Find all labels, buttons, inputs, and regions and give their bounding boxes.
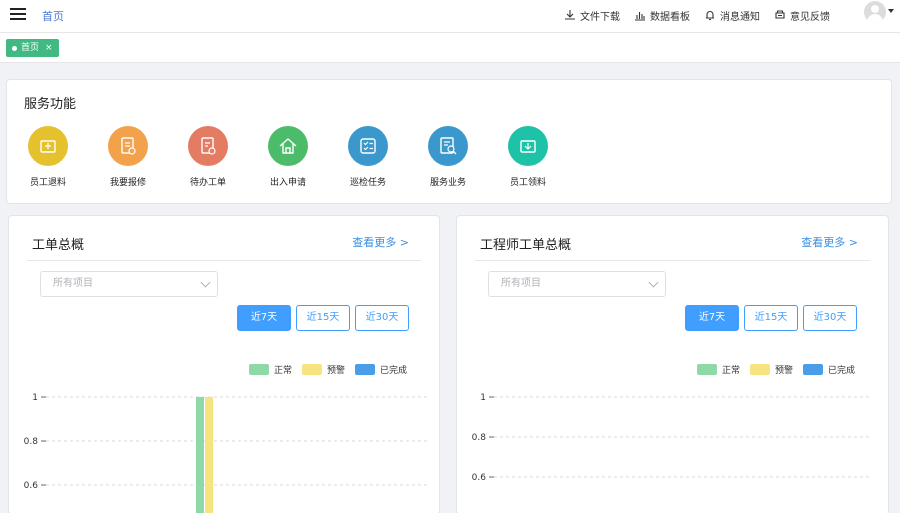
feedback-label: 意见反馈 xyxy=(790,11,830,23)
service-business-icon xyxy=(428,126,468,166)
repair-request-icon xyxy=(108,126,148,166)
tabs-bar: 首页 × xyxy=(0,33,900,63)
range-buttons: 近7天 近15天 近30天 xyxy=(685,305,857,331)
workorder-bar-chart: 1 0.8 0.6 xyxy=(24,393,429,513)
collect-material-icon xyxy=(508,126,548,166)
tab-home[interactable]: 首页 × xyxy=(6,39,59,57)
access-request-icon xyxy=(268,126,308,166)
notifications-link[interactable]: 消息通知 xyxy=(704,8,760,23)
chevron-down-icon xyxy=(648,277,659,288)
chart-bar-normal[interactable] xyxy=(196,397,204,513)
engineer-workorder-overview-panel: 工程师工单总概 查看更多 > 所有项目 近7天 近15天 近30天 正常 预警 … xyxy=(456,215,889,513)
bar-chart-icon xyxy=(635,12,645,21)
legend-completed[interactable]: 已完成 xyxy=(803,363,855,376)
top-actions: 文件下载 数据看板 消息通知 意见反馈 xyxy=(564,6,830,24)
data-dashboard-link[interactable]: 数据看板 xyxy=(634,8,690,23)
close-icon[interactable]: × xyxy=(45,39,53,57)
inspection-task-icon xyxy=(348,126,388,166)
chart-legend: 正常 预警 已完成 xyxy=(697,363,855,376)
download-icon xyxy=(565,10,575,20)
file-download-label: 文件下载 xyxy=(580,11,620,23)
chart-bar-warning[interactable] xyxy=(205,397,213,513)
project-select[interactable]: 所有项目 xyxy=(40,271,218,297)
file-download-link[interactable]: 文件下载 xyxy=(564,8,620,23)
tab-home-label: 首页 xyxy=(21,43,40,53)
feedback-icon xyxy=(775,10,785,19)
y-tick-label: 1 xyxy=(32,393,38,403)
legend-normal[interactable]: 正常 xyxy=(697,363,740,376)
breadcrumb[interactable]: 首页 xyxy=(42,8,64,24)
service-access-request[interactable]: 出入申请 xyxy=(258,126,318,188)
todo-workorder-icon xyxy=(188,126,228,166)
range-30d-button[interactable]: 近30天 xyxy=(355,305,409,331)
legend-warning[interactable]: 预警 xyxy=(750,363,793,376)
service-repair-request[interactable]: 我要报修 xyxy=(98,126,158,188)
service-employee-collect[interactable]: 员工领料 xyxy=(498,126,558,188)
project-select-value: 所有项目 xyxy=(501,278,541,289)
view-more-link[interactable]: 查看更多 > xyxy=(352,234,409,250)
range-15d-button[interactable]: 近15天 xyxy=(296,305,350,331)
service-label: 我要报修 xyxy=(109,178,146,188)
service-label: 出入申请 xyxy=(269,178,306,188)
service-employee-return[interactable]: 员工退料 xyxy=(18,126,78,188)
project-select-value: 所有项目 xyxy=(53,278,93,289)
y-tick-label: 0.6 xyxy=(24,481,39,491)
project-select[interactable]: 所有项目 xyxy=(488,271,666,297)
service-todo-workorder[interactable]: 待办工单 xyxy=(178,126,238,188)
y-tick-label: 0.8 xyxy=(24,437,39,447)
bell-icon xyxy=(706,11,714,21)
service-inspection-task[interactable]: 巡检任务 xyxy=(338,126,398,188)
service-functions-title: 服务功能 xyxy=(24,97,77,112)
legend-completed[interactable]: 已完成 xyxy=(355,363,407,376)
service-business[interactable]: 服务业务 xyxy=(418,126,478,188)
feedback-link[interactable]: 意见反馈 xyxy=(774,8,830,23)
menu-toggle-icon[interactable] xyxy=(10,8,26,20)
service-label: 巡检任务 xyxy=(349,178,386,188)
chart-legend: 正常 预警 已完成 xyxy=(249,363,407,376)
service-label: 待办工单 xyxy=(189,178,226,188)
range-15d-button[interactable]: 近15天 xyxy=(744,305,798,331)
legend-normal[interactable]: 正常 xyxy=(249,363,292,376)
divider xyxy=(475,260,870,261)
engineer-workorder-bar-chart: 1 0.8 0.6 xyxy=(472,393,872,483)
range-buttons: 近7天 近15天 近30天 xyxy=(237,305,409,331)
range-30d-button[interactable]: 近30天 xyxy=(803,305,857,331)
range-7d-button[interactable]: 近7天 xyxy=(685,305,739,331)
panel-title: 工单总概 xyxy=(32,238,85,253)
chevron-down-icon[interactable] xyxy=(888,9,894,13)
divider xyxy=(27,260,421,261)
return-material-icon xyxy=(28,126,68,166)
user-avatar[interactable] xyxy=(864,1,886,23)
notifications-label: 消息通知 xyxy=(720,11,760,23)
chevron-down-icon xyxy=(200,277,211,288)
data-dashboard-label: 数据看板 xyxy=(650,11,690,23)
legend-warning[interactable]: 预警 xyxy=(302,363,345,376)
y-tick-label: 1 xyxy=(480,393,486,403)
view-more-link[interactable]: 查看更多 > xyxy=(801,234,858,250)
service-label: 员工退料 xyxy=(29,178,66,188)
workorder-overview-panel: 工单总概 查看更多 > 所有项目 近7天 近15天 近30天 正常 预警 已完成… xyxy=(8,215,440,513)
y-tick-label: 0.6 xyxy=(472,473,487,483)
service-functions-card: 服务功能 员工退料 我要报修 待办工单 出入申请 巡检任务 服务业务 员工领料 xyxy=(6,79,892,204)
panel-title: 工程师工单总概 xyxy=(480,238,572,253)
range-7d-button[interactable]: 近7天 xyxy=(237,305,291,331)
service-label: 员工领料 xyxy=(509,178,546,188)
active-dot-icon xyxy=(12,45,17,51)
y-tick-label: 0.8 xyxy=(472,433,487,443)
top-header: 首页 文件下载 数据看板 消息通知 意见反馈 xyxy=(0,0,900,33)
service-label: 服务业务 xyxy=(429,178,466,188)
